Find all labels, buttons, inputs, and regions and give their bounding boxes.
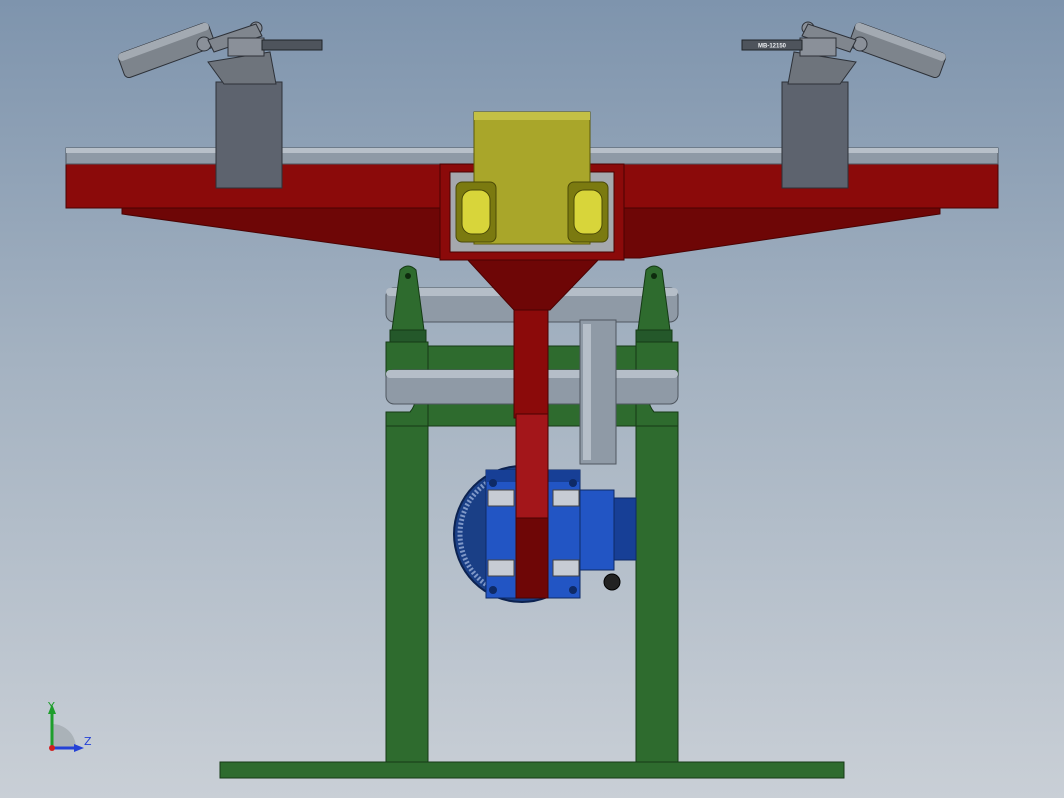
- triad-plane-icon: [52, 724, 76, 748]
- z-axis-head-icon: [74, 744, 84, 752]
- center-carriage: [439, 111, 625, 261]
- base-plate: [219, 761, 845, 779]
- cad-viewport[interactable]: MB-12150 Y Z: [0, 0, 1064, 798]
- triad-z-label: Z: [84, 735, 92, 748]
- assembly-view[interactable]: MB-12150 Y Z: [0, 0, 1064, 798]
- orientation-triad[interactable]: Y Z: [47, 700, 92, 752]
- x-axis-dot-icon: [49, 745, 55, 751]
- clamp-part-label: MB-12150: [758, 44, 787, 50]
- triad-y-label: Y: [47, 700, 55, 713]
